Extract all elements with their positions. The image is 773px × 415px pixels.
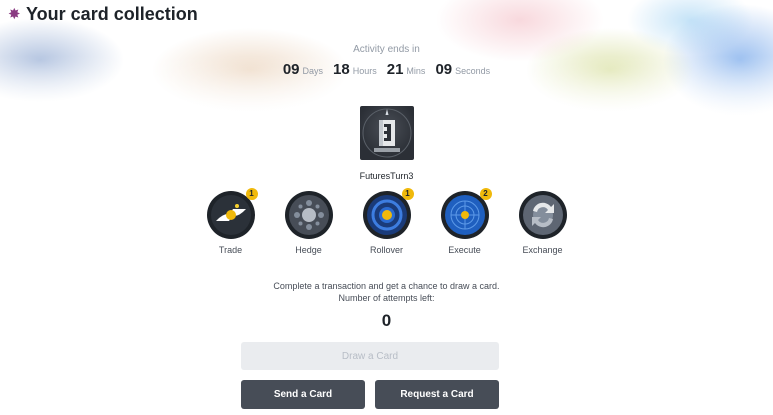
token-label: Hedge bbox=[295, 245, 322, 255]
attempts-count: 0 bbox=[381, 311, 392, 330]
exchange-arrows-icon bbox=[518, 191, 567, 239]
countdown-seconds: 09 Seconds bbox=[435, 61, 490, 78]
seconds-value: 09 bbox=[435, 61, 453, 78]
token-execute[interactable]: 2 Execute bbox=[437, 188, 492, 255]
hours-value: 18 bbox=[333, 61, 350, 78]
draw-card-button[interactable]: Draw a Card bbox=[241, 342, 499, 370]
token-label: Trade bbox=[218, 245, 243, 255]
page-header: ✸ Your card collection bbox=[8, 4, 198, 25]
countdown-hours: 18 Hours bbox=[333, 61, 377, 78]
futures-card-icon[interactable] bbox=[359, 106, 414, 160]
draw-info: Complete a transaction and get a chance … bbox=[0, 280, 773, 304]
featured-card: FuturesTurn3 bbox=[0, 106, 773, 181]
countdown-mins: 21 Mins bbox=[387, 61, 426, 78]
execute-target-icon: 2 bbox=[440, 188, 492, 239]
gear-flower-icon: ✸ bbox=[8, 5, 21, 23]
draw-info-line: Complete a transaction and get a chance … bbox=[273, 281, 500, 291]
card-name: FuturesTurn3 bbox=[359, 171, 414, 181]
rollover-icon: 1 bbox=[362, 188, 414, 239]
token-label: Execute bbox=[448, 245, 481, 255]
countdown-timer: 09 Days 18 Hours 21 Mins 09 Seconds bbox=[0, 61, 773, 78]
countdown-days: 09 Days bbox=[283, 61, 323, 78]
hedge-icon bbox=[284, 191, 333, 239]
card-tokens: 1 Trade Hedge 1 Rollover 2 Execute Excha… bbox=[0, 188, 773, 255]
mins-label: Mins bbox=[406, 66, 426, 76]
activity-ends-label: Activity ends in bbox=[353, 44, 420, 55]
token-trade[interactable]: 1 Trade bbox=[203, 188, 258, 255]
seconds-label: Seconds bbox=[455, 66, 491, 76]
hours-label: Hours bbox=[352, 66, 377, 76]
token-label: Exchange bbox=[522, 245, 563, 255]
execute-badge: 2 bbox=[479, 188, 492, 200]
page-title: Your card collection bbox=[26, 4, 198, 24]
attempts-label: Number of attempts left: bbox=[338, 293, 435, 303]
request-card-button[interactable]: Request a Card bbox=[375, 380, 499, 409]
send-card-button[interactable]: Send a Card bbox=[241, 380, 365, 409]
rollover-badge: 1 bbox=[401, 188, 414, 200]
token-exchange[interactable]: Exchange bbox=[515, 191, 570, 255]
trade-badge: 1 bbox=[245, 188, 258, 200]
token-label: Rollover bbox=[369, 245, 403, 255]
trade-handshake-icon: 1 bbox=[206, 188, 258, 239]
countdown-section: Activity ends in 09 Days 18 Hours 21 Min… bbox=[0, 44, 773, 78]
mins-value: 21 bbox=[386, 61, 404, 78]
days-label: Days bbox=[302, 66, 324, 76]
token-hedge[interactable]: Hedge bbox=[281, 191, 336, 255]
days-value: 09 bbox=[282, 61, 300, 78]
token-rollover[interactable]: 1 Rollover bbox=[359, 188, 414, 255]
